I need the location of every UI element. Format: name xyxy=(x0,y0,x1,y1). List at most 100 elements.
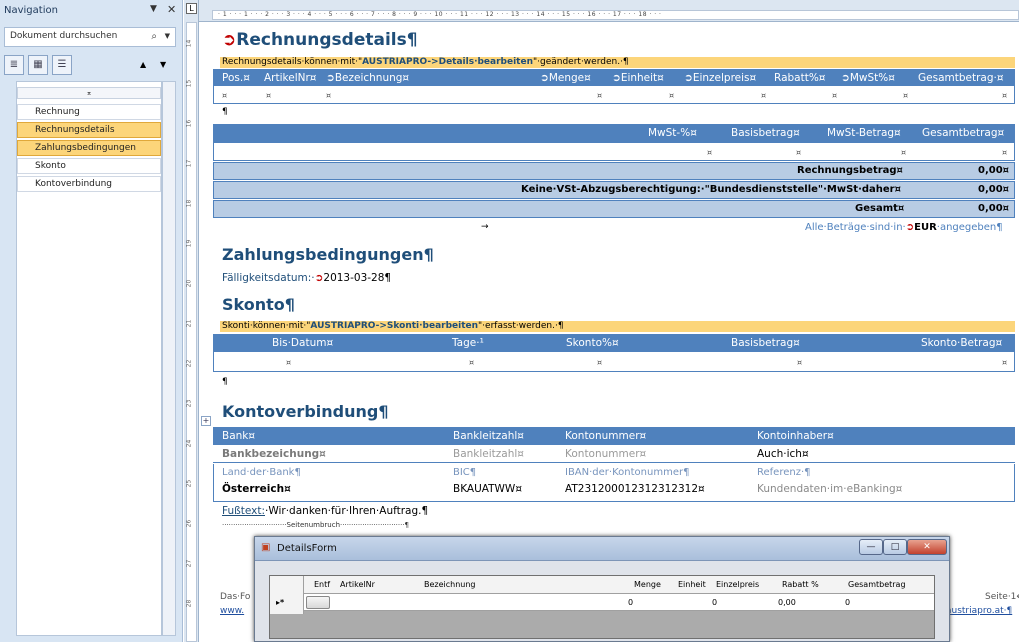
nav-scrollbar[interactable] xyxy=(162,81,176,636)
heading-text: Rechnungsdetails¶ xyxy=(236,30,418,50)
cell-marker: ¤ xyxy=(286,358,292,367)
grid-new-row[interactable] xyxy=(304,594,934,611)
col-skonto-basis: Basisbetrag¤ xyxy=(731,337,800,349)
tab-headings-icon[interactable]: ≣ xyxy=(4,55,24,75)
details-table-row xyxy=(213,86,1015,104)
search-icon[interactable]: ⌕ xyxy=(151,31,157,42)
ruler-mark: 21 xyxy=(185,319,193,328)
footer-left: Das·Fo xyxy=(220,592,251,602)
sum-label: Rechnungsbetrag¤ xyxy=(797,165,903,176)
close-icon[interactable]: ✕ xyxy=(167,3,176,16)
col-kontoinhaber: Kontoinhaber¤ xyxy=(757,430,834,442)
bankleitzahl: Bankleitzahl¤ xyxy=(453,448,524,460)
grid-cell-gesamtbetrag[interactable]: 0 xyxy=(845,598,850,607)
nav-next-icon[interactable]: ▼ xyxy=(160,60,166,69)
col-basisbetrag: Basisbetrag¤ xyxy=(731,127,800,139)
col-artikelnr: ArtikelNr¤ xyxy=(264,72,317,84)
details-form-window: ▣ DetailsForm — □ ✕ Entf ArtikelNr Bezei… xyxy=(254,536,950,642)
sum-value: 0,00¤ xyxy=(978,184,1010,195)
cell-marker: ¤ xyxy=(901,148,907,157)
nav-item-zahlungsbedingungen[interactable]: Zahlungsbedingungen xyxy=(17,140,161,156)
col-pos: Pos.¤ xyxy=(222,72,250,84)
note-text: Rechnungsdetails·können·mit·" xyxy=(222,57,363,67)
grid-row-header xyxy=(270,576,304,614)
details-grid[interactable]: Entf ArtikelNr Bezeichnung Menge Einheit… xyxy=(269,575,935,639)
ruler-mark: 22 xyxy=(185,359,193,368)
nav-item-skonto[interactable]: Skonto xyxy=(17,158,161,174)
col-menge: ➲Menge¤ xyxy=(540,72,591,84)
sum-label: Keine·VSt-Abzugsberechtigung:·"Bundesdie… xyxy=(521,184,901,195)
grid-col-menge[interactable]: Menge xyxy=(634,580,661,589)
cell-marker: ¤ xyxy=(266,91,272,100)
form-title-bar[interactable]: ▣ DetailsForm — □ ✕ xyxy=(255,537,949,561)
tab-marker: → xyxy=(481,222,489,232)
ruler-mark: 28 xyxy=(185,599,193,608)
grid-cell-einzelpreis[interactable]: 0 xyxy=(712,598,717,607)
ruler-mark: 26 xyxy=(185,519,193,528)
grid-col-gesamtbetrag[interactable]: Gesamtbetrag xyxy=(848,580,906,589)
cell-marker: ¤ xyxy=(326,91,332,100)
cell-marker: ¤ xyxy=(597,91,603,100)
grid-col-rabatt[interactable]: Rabatt % xyxy=(782,580,819,589)
cell-marker: ¤ xyxy=(832,91,838,100)
skonto-table-row xyxy=(213,352,1015,372)
ruler-mark: 17 xyxy=(185,159,193,168)
nav-item-rechnungsdetails[interactable]: Rechnungsdetails xyxy=(17,122,161,138)
col-mwst-prozent: MwSt-%¤ xyxy=(648,127,697,139)
col-gesamtbetrag: Gesamtbetrag·¤ xyxy=(918,72,1004,84)
nav-previous-icon[interactable]: ▲ xyxy=(140,60,146,69)
col-skonto-prozent: Skonto%¤ xyxy=(566,337,619,349)
kontoinhaber: Auch·ich¤ xyxy=(757,448,809,460)
cell-marker: ¤ xyxy=(1002,148,1008,157)
footer-website[interactable]: austriapro.at·¶ xyxy=(946,606,1012,616)
mwst-table-row xyxy=(213,143,1015,161)
footer-link[interactable]: www. xyxy=(220,606,244,616)
chevron-down-icon[interactable]: ▼ xyxy=(165,32,170,40)
col-mwst: ➲MwSt%¤ xyxy=(841,72,895,84)
pilcrow: ¶ xyxy=(222,107,228,117)
nav-collapse-icon[interactable]: ⌅ xyxy=(17,87,161,99)
col-tage: Tage·¹ xyxy=(452,337,484,349)
delete-row-button[interactable] xyxy=(306,596,330,609)
ruler-mark: 14 xyxy=(185,39,193,48)
grid-cell-menge[interactable]: 0 xyxy=(628,598,633,607)
col-bezeichnung: ➲Bezeichnung¤ xyxy=(326,72,410,84)
grid-col-artikelnr[interactable]: ArtikelNr xyxy=(340,580,375,589)
grid-cell-rabatt[interactable]: 0,00 xyxy=(778,598,796,607)
col-kontonummer: Kontonummer¤ xyxy=(565,430,647,442)
sum-value: 0,00¤ xyxy=(978,165,1010,176)
col-bankleitzahl: Bankleitzahl¤ xyxy=(453,430,524,442)
nav-item-rechnung[interactable]: Rechnung xyxy=(17,104,161,120)
cell-marker: ¤ xyxy=(797,358,803,367)
close-button[interactable]: ✕ xyxy=(907,539,947,555)
form-title: DetailsForm xyxy=(277,543,337,554)
nav-item-kontoverbindung[interactable]: Kontoverbindung xyxy=(17,176,161,192)
nav-search-input[interactable]: Dokument durchsuchen ⌕ ▼ xyxy=(4,27,176,47)
grid-col-entf[interactable]: Entf xyxy=(314,580,330,589)
minimize-button[interactable]: — xyxy=(859,539,883,555)
maximize-button[interactable]: □ xyxy=(883,539,907,555)
nav-menu-icon[interactable]: ▼ xyxy=(150,4,157,14)
grid-col-bezeichnung[interactable]: Bezeichnung xyxy=(424,580,476,589)
grid-col-einheit[interactable]: Einheit xyxy=(678,580,706,589)
nav-view-tabs: ≣ ▦ ☰ xyxy=(4,55,176,79)
tab-selector-icon[interactable]: L xyxy=(186,3,197,14)
cell-marker: ¤ xyxy=(669,91,675,100)
kontonummer: Kontonummer¤ xyxy=(565,448,647,460)
col-mwst-gesamt: Gesamtbetrag¤ xyxy=(922,127,1005,139)
ruler-mark: 27 xyxy=(185,559,193,568)
heading-zahlungsbedingungen: Zahlungsbedingungen¶ xyxy=(222,245,434,264)
nav-title: Navigation xyxy=(4,5,58,16)
nav-search-placeholder: Dokument durchsuchen xyxy=(10,31,118,41)
cell-marker: ¤ xyxy=(469,358,475,367)
tab-results-icon[interactable]: ☰ xyxy=(52,55,72,75)
col-einheit: ➲Einheit¤ xyxy=(612,72,664,84)
col-bis-datum: Bis·Datum¤ xyxy=(272,337,334,349)
table-move-handle-icon[interactable]: + xyxy=(201,416,211,426)
faelligkeitsdatum: Fälligkeitsdatum:·➲2013-03-28¶ xyxy=(222,272,392,284)
grid-col-einzelpreis[interactable]: Einzelpreis xyxy=(716,580,759,589)
tab-pages-icon[interactable]: ▦ xyxy=(28,55,48,75)
bank-name: Bankbezeichung¤ xyxy=(222,448,326,460)
cell-marker: ¤ xyxy=(707,148,713,157)
footer-page: Seite·1↵ xyxy=(985,592,1019,602)
